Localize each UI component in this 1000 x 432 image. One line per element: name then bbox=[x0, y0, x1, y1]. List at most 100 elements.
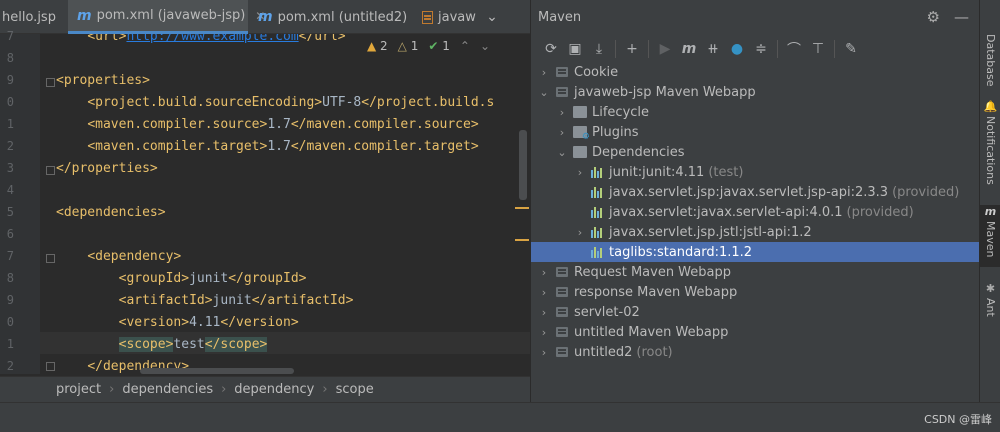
tree-item[interactable]: › untitled Maven Webapp bbox=[531, 322, 980, 342]
chevron-right-icon[interactable]: › bbox=[539, 346, 549, 359]
breadcrumb-item[interactable]: scope bbox=[336, 382, 374, 397]
toggle-offline-icon[interactable]: ⧺ bbox=[701, 37, 725, 61]
chevron-right-icon[interactable]: › bbox=[575, 226, 585, 239]
add-icon[interactable]: + bbox=[620, 37, 644, 61]
tree-item[interactable]: taglibs:standard:1.1.2 bbox=[531, 242, 980, 262]
run-icon[interactable]: ▶ bbox=[653, 37, 677, 61]
maven-module-icon bbox=[555, 65, 569, 79]
code-tag: http://www.example.com bbox=[126, 34, 299, 44]
code-line: <version>4.11</version> bbox=[56, 312, 299, 334]
chevron-down-icon[interactable]: ⌄ bbox=[557, 146, 567, 159]
add-maven-project-icon[interactable]: ▣ bbox=[563, 37, 587, 61]
chevron-right-icon[interactable]: › bbox=[557, 126, 567, 139]
tree-item[interactable]: › Request Maven Webapp bbox=[531, 262, 980, 282]
fold-close-icon[interactable] bbox=[46, 166, 55, 175]
tab-overflow-chevron-icon[interactable]: ⌄ bbox=[482, 0, 502, 34]
tree-item[interactable]: ⌄ javaweb-jsp Maven Webapp bbox=[531, 82, 980, 102]
execute-goal-icon[interactable]: m bbox=[677, 37, 701, 61]
chevron-down-icon[interactable]: ⌄ bbox=[539, 86, 549, 99]
download-icon[interactable]: ⤓ bbox=[587, 37, 611, 61]
tree-item-label: javax.servlet.jsp:javax.servlet.jsp-api:… bbox=[609, 184, 889, 200]
chevron-down-icon[interactable]: ⌄ bbox=[480, 39, 490, 53]
tree-item-label: response Maven Webapp bbox=[574, 284, 738, 300]
chevron-right-icon[interactable]: › bbox=[539, 306, 549, 319]
chevron-right-icon[interactable]: › bbox=[575, 166, 585, 179]
breadcrumb-separator-icon: › bbox=[109, 382, 115, 397]
editor-pane[interactable]: hello.jsp m pom.xml (javaweb-jsp) ✕ m po… bbox=[0, 0, 530, 402]
code-line: <dependency> bbox=[56, 246, 181, 268]
tree-item[interactable]: › untitled2 (root) bbox=[531, 342, 980, 362]
breadcrumb-item[interactable]: project bbox=[56, 382, 101, 397]
fold-open-icon[interactable] bbox=[46, 254, 55, 263]
chevron-right-icon[interactable]: › bbox=[539, 286, 549, 299]
tree-item-label: Dependencies bbox=[592, 144, 685, 160]
line-number: 5 bbox=[6, 205, 14, 219]
show-dependencies-icon[interactable]: ⌒ bbox=[782, 37, 806, 61]
tree-item[interactable]: › servlet-02 bbox=[531, 302, 980, 322]
tree-item[interactable]: ⌄ Dependencies bbox=[531, 142, 980, 162]
horizontal-scrollbar-thumb[interactable] bbox=[140, 368, 294, 374]
tree-item-scope: (provided) bbox=[892, 184, 960, 200]
tree-item[interactable]: › javax.servlet.jsp.jstl:jstl-api:1.2 bbox=[531, 222, 980, 242]
tab-pom-javaweb-jsp[interactable]: m pom.xml (javaweb-jsp) ✕ bbox=[68, 0, 265, 34]
breadcrumb-item[interactable]: dependencies bbox=[122, 382, 213, 397]
tree-item[interactable]: javax.servlet.jsp:javax.servlet.jsp-api:… bbox=[531, 182, 980, 202]
tree-item-label: servlet-02 bbox=[574, 304, 640, 320]
code-tag: <maven.compiler.target> bbox=[87, 139, 268, 154]
tree-item[interactable]: › Lifecycle bbox=[531, 102, 980, 122]
chevron-up-icon[interactable]: ⌃ bbox=[460, 39, 470, 53]
ok-count[interactable]: ✔ 1 bbox=[428, 39, 450, 53]
maven-module-icon bbox=[555, 325, 569, 339]
tree-item[interactable]: javax.servlet:javax.servlet-api:4.0.1 (pr… bbox=[531, 202, 980, 222]
line-number: 9 bbox=[6, 293, 14, 307]
gear-icon[interactable]: ⚙ bbox=[927, 8, 940, 26]
plugins-folder-icon bbox=[573, 126, 590, 142]
tab-javaweb[interactable]: javaw bbox=[418, 0, 480, 34]
code-line: <project.build.sourceEncoding>UTF-8</pro… bbox=[56, 92, 494, 114]
code-line: <maven.compiler.target>1.7</maven.compil… bbox=[56, 136, 478, 158]
code-tag: <url> bbox=[87, 34, 127, 44]
inspection-widget[interactable]: ▲ 2 △ 1 ✔ 1 ⌃ ⌄ bbox=[366, 36, 490, 56]
strip-maven[interactable]: m Maven bbox=[980, 205, 1000, 267]
weak-warnings-count[interactable]: △ 1 bbox=[398, 39, 419, 53]
dependency-icon bbox=[591, 166, 605, 178]
chevron-right-icon[interactable]: › bbox=[539, 66, 549, 79]
fold-close-icon[interactable] bbox=[46, 362, 55, 371]
strip-ant[interactable]: ✱ Ant bbox=[980, 282, 1000, 320]
skip-tests-icon[interactable]: ● bbox=[725, 37, 749, 61]
strip-database[interactable]: Database bbox=[980, 34, 1000, 90]
chevron-right-icon[interactable]: › bbox=[539, 326, 549, 339]
code-tag: <version> bbox=[118, 315, 190, 330]
tree-item[interactable]: › Plugins bbox=[531, 122, 980, 143]
chevron-right-icon[interactable]: › bbox=[557, 106, 567, 119]
strip-notifications[interactable]: 🔔 Notifications bbox=[980, 100, 1000, 192]
tab-pom-untitled2[interactable]: m pom.xml (untitled2) bbox=[250, 0, 416, 34]
fold-open-icon[interactable] bbox=[46, 78, 55, 87]
show-diagram-icon[interactable]: ⊤ bbox=[806, 37, 830, 61]
collapse-all-icon[interactable]: ≑ bbox=[749, 37, 773, 61]
tree-item[interactable]: › response Maven Webapp bbox=[531, 282, 980, 302]
tree-item-label: javaweb-jsp Maven Webapp bbox=[574, 84, 756, 100]
warnings-count[interactable]: ▲ 2 bbox=[367, 39, 388, 53]
line-number: 7 bbox=[6, 29, 14, 43]
tree-item[interactable]: › junit:junit:4.11 (test) bbox=[531, 162, 980, 182]
code-area[interactable]: <url>http://www.example.com</url> <proper… bbox=[56, 34, 530, 374]
tree-item[interactable]: › Cookie bbox=[531, 62, 980, 82]
breadcrumb-item[interactable]: dependency bbox=[234, 382, 314, 397]
line-number: 4 bbox=[6, 183, 14, 197]
wrench-icon[interactable]: ✎ bbox=[839, 37, 863, 61]
tree-item-label: Lifecycle bbox=[592, 104, 650, 120]
code-line: <properties> bbox=[56, 70, 150, 92]
right-tool-strip: Database 🔔 Notifications m Maven ✱ Ant bbox=[979, 0, 1000, 402]
jsp-file-icon bbox=[422, 10, 433, 24]
chevron-right-icon[interactable]: › bbox=[539, 266, 549, 279]
error-stripe-marker[interactable] bbox=[515, 239, 529, 241]
vertical-scrollbar-thumb[interactable] bbox=[519, 130, 527, 200]
error-stripe-marker[interactable] bbox=[515, 207, 529, 209]
tree-item-label: javax.servlet.jsp.jstl:jstl-api:1.2 bbox=[609, 224, 812, 240]
line-number-gutter: 7 8 9 0 1 2 3 4 5 6 7 8 9 0 1 2 bbox=[0, 29, 40, 374]
toolbar-divider bbox=[615, 40, 616, 58]
minimize-icon[interactable]: — bbox=[954, 8, 969, 26]
reload-icon[interactable]: ⟳ bbox=[539, 37, 563, 61]
